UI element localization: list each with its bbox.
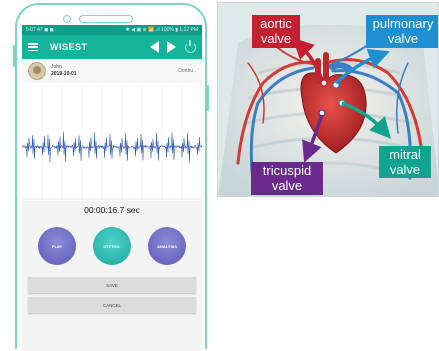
- menu-icon[interactable]: [28, 43, 38, 51]
- recording-date: 2019-10-01: [51, 71, 77, 77]
- app-title: WISEST: [50, 42, 88, 52]
- play-button[interactable]: PLAY: [38, 227, 76, 265]
- mitral-label-line1: mitral: [389, 147, 421, 162]
- aortic-label-line1: aortic: [260, 16, 292, 31]
- user-meta: John 2019-10-01: [51, 64, 178, 78]
- volume-key: [13, 45, 16, 67]
- user-row: John 2019-10-01 Dorthu..: [22, 59, 202, 83]
- heart-valve-diagram: aortic valve pulmonary valve mitral valv…: [217, 2, 439, 197]
- tricuspid-valve-label: tricuspid valve: [251, 162, 323, 195]
- pulmonary-label-line1: pulmonary: [372, 16, 434, 31]
- phone-frame: 5:07 47 ◼ ◼ . ✱ ◀ ▣ ⊕ 📶 .ıl 100% ▮ 1:12 …: [13, 3, 209, 351]
- tricuspid-label-line2: valve: [271, 178, 303, 193]
- forward-icon[interactable]: [167, 41, 176, 53]
- app-bar: WISEST: [22, 35, 202, 59]
- camera-dot: [63, 15, 71, 23]
- user-right-text: Dorthu..: [178, 68, 196, 74]
- earpiece: [79, 15, 133, 23]
- tricuspid-label-line1: tricuspid: [262, 163, 312, 178]
- avatar: [28, 62, 46, 80]
- heart-sound-waveform: [22, 83, 202, 201]
- timer-readout: 00:00:16.7 sec: [84, 205, 140, 215]
- user-name: John: [51, 64, 62, 70]
- mitral-label-line2: valve: [389, 162, 421, 177]
- save-button[interactable]: SAVE: [28, 277, 196, 293]
- status-right: ✱ ◀ ▣ ⊕ 📶 .ıl 100% ▮ 1:12 PM: [125, 27, 198, 33]
- power-key: [206, 85, 209, 111]
- stethoscope-button[interactable]: STETHO.: [93, 227, 131, 265]
- pulmonary-label-line2: valve: [387, 31, 419, 46]
- aortic-label-line2: valve: [260, 31, 292, 46]
- back-icon[interactable]: [150, 41, 159, 53]
- status-left: 5:07 47 ◼ ◼ .: [26, 27, 57, 33]
- pulmonary-artery: [329, 62, 353, 72]
- power-icon[interactable]: [185, 39, 196, 53]
- analysis-button[interactable]: ANALYSIS: [148, 227, 186, 265]
- aortic-valve-label: aortic valve: [252, 15, 300, 48]
- app-screen: 5:07 47 ◼ ◼ . ✱ ◀ ▣ ⊕ 📶 .ıl 100% ▮ 1:12 …: [22, 25, 202, 351]
- cancel-button[interactable]: CANCEL: [28, 297, 196, 313]
- waveform-trace: [22, 131, 202, 163]
- pulmonary-valve-label: pulmonary valve: [366, 15, 438, 48]
- status-bar: 5:07 47 ◼ ◼ . ✱ ◀ ▣ ⊕ 📶 .ıl 100% ▮ 1:12 …: [22, 25, 202, 35]
- control-buttons: PLAY STETHO. ANALYSIS: [22, 217, 202, 277]
- mitral-valve-label: mitral valve: [379, 146, 431, 178]
